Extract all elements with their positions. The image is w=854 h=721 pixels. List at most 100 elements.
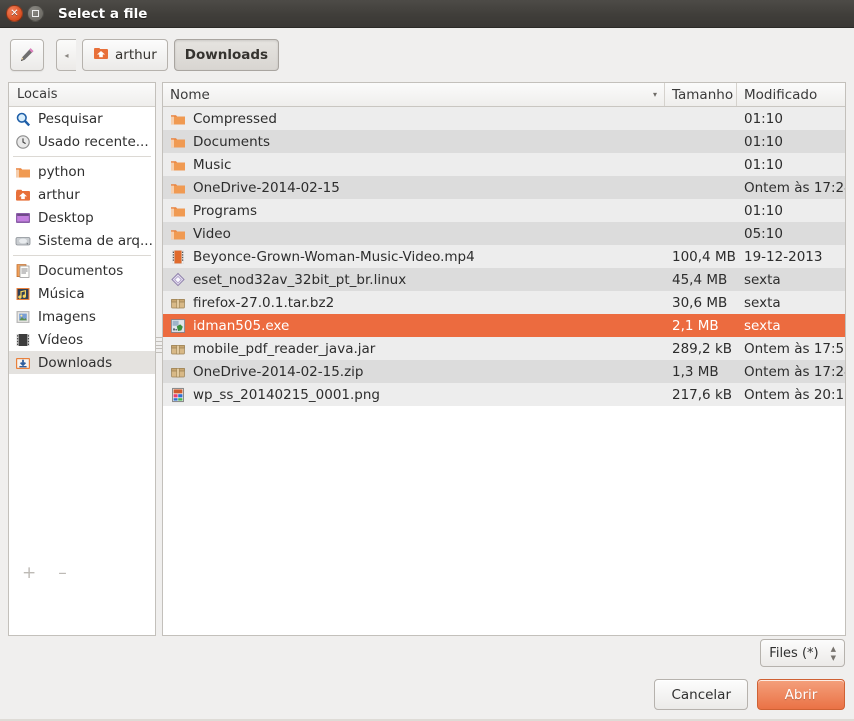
file-name-cell: Documents [163,130,665,153]
toolbar: ◂ arthur Downloads [0,28,854,82]
breadcrumb-back-button[interactable]: ◂ [56,39,76,71]
sidebar-item-downloads[interactable]: Downloads [9,351,155,374]
file-name-cell: firefox-27.0.1.tar.bz2 [163,291,665,314]
file-name-label: OneDrive-2014-02-15 [193,179,340,196]
dialog-body: Locais Pesquisar Usado recente... python ar… [0,82,854,636]
column-header-size-label: Tamanho [672,86,734,103]
file-size-cell: 45,4 MB [672,271,728,288]
sidebar-item-label: Vídeos [38,331,84,348]
file-modified-cell: sexta [744,317,781,334]
file-name-cell: Compressed [163,107,665,130]
file-name-cell: Video [163,222,665,245]
archive-icon [170,364,186,380]
table-row[interactable]: OneDrive-2014-02-15.zip 1,3 MB Ontem às 17… [163,360,845,383]
sidebar-item-imagens[interactable]: Imagens [9,305,155,328]
file-name-cell: OneDrive-2014-02-15.zip [163,360,665,383]
folder-icon [170,134,186,150]
create-folder-button[interactable] [10,39,44,71]
file-list-pane: Nome ▾ Tamanho Modificado Compressed 01:1… [162,82,846,636]
home-folder-icon [93,45,109,65]
file-name-cell: wp_ss_20140215_0001.png [163,383,665,406]
file-modified-cell: 01:10 [744,110,783,127]
file-chooser-dialog: ✕ Select a file ◂ arthur Downloads Locai… [0,0,854,721]
file-name-cell: OneDrive-2014-02-15 [163,176,665,199]
sidebar-item-python[interactable]: python [9,160,155,183]
file-size-cell: 100,4 MB [672,248,736,265]
sidebar-item-v-deos[interactable]: Vídeos [9,328,155,351]
places-edit-controls: + – [8,560,156,586]
column-header-modified-label: Modificado [744,86,818,103]
table-row[interactable]: Beyonce-Grown-Woman-Music-Video.mp4 100,4… [163,245,845,268]
breadcrumb: ◂ arthur Downloads [56,39,280,71]
sidebar-item-sistema-de-arq[interactable]: Sistema de arq... [9,229,155,252]
table-row[interactable]: Documents 01:10 [163,130,845,153]
harddisk-icon [15,233,31,249]
file-name-cell: eset_nod32av_32bit_pt_br.linux [163,268,665,291]
table-row[interactable]: Programs 01:10 [163,199,845,222]
titlebar: ✕ Select a file [0,0,854,28]
table-row[interactable]: Music 01:10 [163,153,845,176]
folder-icon [170,226,186,242]
sidebar-item-desktop[interactable]: Desktop [9,206,155,229]
open-button[interactable]: Abrir [757,679,845,710]
dialog-footer: Files (*) ▲ ▼ Cancelar Abrir [0,636,854,721]
breadcrumb-item-downloads[interactable]: Downloads [173,39,280,71]
pencil-edit-icon [18,46,36,64]
sidebar-item-m-sica[interactable]: Música [9,282,155,305]
file-modified-cell: Ontem às 20:17 [744,386,845,403]
file-modified-cell: 01:10 [744,156,783,173]
add-bookmark-button[interactable]: + [22,564,36,582]
sidebar-item-label: Downloads [38,354,113,371]
spinner-arrows-icon: ▲ ▼ [830,644,836,662]
file-name-label: firefox-27.0.1.tar.bz2 [193,294,335,311]
sidebar-item-label: Desktop [38,209,94,226]
window-title: Select a file [58,5,148,22]
file-filter-select[interactable]: Files (*) ▲ ▼ [760,639,845,667]
column-header-size[interactable]: Tamanho [665,83,737,106]
sidebar-item-documentos[interactable]: Documentos [9,259,155,282]
table-row[interactable]: wp_ss_20140215_0001.png 217,6 kB Ontem às … [163,383,845,406]
places-list: Pesquisar Usado recente... python arthur Des… [9,107,155,374]
column-header-name[interactable]: Nome ▾ [163,83,665,106]
generic-binary-icon [170,272,186,288]
folder-icon [170,180,186,196]
file-name-label: Documents [193,133,270,150]
recent-clock-icon [15,134,31,150]
cancel-button[interactable]: Cancelar [654,679,748,710]
file-name-label: idman505.exe [193,317,290,334]
sort-descending-icon: ▾ [652,90,657,99]
table-row[interactable]: mobile_pdf_reader_java.jar 289,2 kB Ontem … [163,337,845,360]
file-size-cell [665,199,737,222]
file-modified-cell: 01:10 [744,202,783,219]
column-header-modified[interactable]: Modificado [737,83,845,106]
archive-icon [170,295,186,311]
column-header-name-label: Nome [170,86,210,103]
table-row[interactable]: eset_nod32av_32bit_pt_br.linux 45,4 MB sex… [163,268,845,291]
window-maximize-icon[interactable] [27,5,44,22]
sidebar-item-usado-recente[interactable]: Usado recente... [9,130,155,153]
sidebar-item-arthur[interactable]: arthur [9,183,155,206]
table-row[interactable]: OneDrive-2014-02-15 Ontem às 17:24 [163,176,845,199]
file-modified-cell: 01:10 [744,133,783,150]
file-size-cell [665,222,737,245]
table-row[interactable]: Compressed 01:10 [163,107,845,130]
file-list-header: Nome ▾ Tamanho Modificado [163,83,845,107]
desktop-icon [15,210,31,226]
table-row[interactable]: Video 05:10 [163,222,845,245]
table-row[interactable]: idman505.exe 2,1 MB sexta [163,314,845,337]
remove-bookmark-button[interactable]: – [58,564,67,582]
breadcrumb-item-arthur[interactable]: arthur [82,39,168,71]
file-size-cell [665,153,737,176]
file-size-cell [665,176,737,199]
file-name-label: Music [193,156,232,173]
file-size-cell: 217,6 kB [672,386,733,403]
dialog-actions: Cancelar Abrir [654,679,845,710]
video-file-icon [170,249,186,265]
file-name-label: OneDrive-2014-02-15.zip [193,363,364,380]
file-size-cell [665,107,737,130]
folder-icon [170,111,186,127]
window-close-icon[interactable]: ✕ [6,5,23,22]
sidebar-item-pesquisar[interactable]: Pesquisar [9,107,155,130]
table-row[interactable]: firefox-27.0.1.tar.bz2 30,6 MB sexta [163,291,845,314]
file-modified-cell: sexta [744,294,781,311]
